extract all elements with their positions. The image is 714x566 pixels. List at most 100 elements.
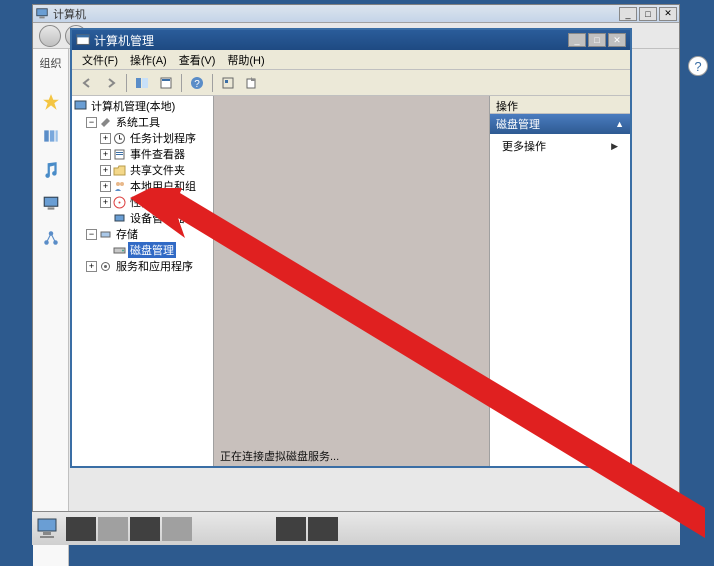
network-icon[interactable] (42, 229, 60, 247)
menubar: 文件(F) 操作(A) 查看(V) 帮助(H) (72, 50, 630, 70)
refresh-button[interactable] (217, 73, 239, 93)
expand-icon[interactable]: + (100, 165, 111, 176)
inner-close-button[interactable]: ✕ (608, 33, 626, 47)
left-sidebar: 组织 (33, 49, 69, 566)
tree-storage-label: 存储 (114, 226, 140, 242)
computer-mgmt-icon (74, 100, 87, 113)
tree-services-apps-label: 服务和应用程序 (114, 258, 195, 274)
computer-sidebar-icon[interactable] (42, 195, 60, 213)
tools-icon (99, 116, 112, 129)
taskbar-item[interactable] (98, 517, 128, 541)
help-icon[interactable]: ? (688, 56, 708, 76)
svg-text:?: ? (194, 79, 200, 90)
taskbar-item[interactable] (130, 517, 160, 541)
main-area: 计算机管理(本地) − 系统工具 + 任务计划程序 (72, 96, 630, 466)
actions-section[interactable]: 磁盘管理 ▲ (490, 114, 630, 134)
tree-storage[interactable]: − 存储 (86, 226, 211, 242)
toolbar: ? (72, 70, 630, 96)
start-button-icon[interactable] (36, 517, 64, 541)
status-text: 正在连接虚拟磁盘服务... (214, 446, 489, 466)
event-icon (113, 148, 126, 161)
tree-shared-folders-label: 共享文件夹 (128, 162, 187, 178)
inner-window: 计算机管理 _ □ ✕ 文件(F) 操作(A) 查看(V) 帮助(H) ? (70, 28, 632, 468)
tree-device-manager-label: 设备管理器 (128, 210, 187, 226)
actions-more[interactable]: 更多操作 ▶ (490, 134, 630, 158)
expand-icon[interactable]: + (86, 261, 97, 272)
tree-performance[interactable]: + 性能 (100, 194, 211, 210)
outer-titlebar: 计算机 _ □ ✕ (33, 5, 679, 23)
toolbar-separator (212, 74, 213, 92)
inner-maximize-button[interactable]: □ (588, 33, 606, 47)
menu-file[interactable]: 文件(F) (76, 50, 124, 70)
tree-event-viewer[interactable]: + 事件查看器 (100, 146, 211, 162)
expand-icon[interactable]: + (100, 133, 111, 144)
taskbar-item[interactable] (308, 517, 338, 541)
tree-shared-folders[interactable]: + 共享文件夹 (100, 162, 211, 178)
tree-root-list: 计算机管理(本地) − 系统工具 + 任务计划程序 (74, 98, 211, 274)
expand-icon[interactable]: + (100, 149, 111, 160)
users-icon (113, 180, 126, 193)
tree-device-manager[interactable]: 设备管理器 (100, 210, 211, 226)
tree-services-apps[interactable]: + 服务和应用程序 (86, 258, 211, 274)
help-button[interactable]: ? (186, 73, 208, 93)
toolbar-separator (181, 74, 182, 92)
tree-root[interactable]: 计算机管理(本地) (74, 98, 211, 114)
storage-icon (99, 228, 112, 241)
tree-disk-management[interactable]: 磁盘管理 (100, 242, 211, 258)
computer-icon (35, 7, 49, 21)
actions-more-label: 更多操作 (502, 138, 546, 154)
actions-pane: 操作 磁盘管理 ▲ 更多操作 ▶ (490, 96, 630, 466)
collapse-icon[interactable]: − (86, 229, 97, 240)
menu-action[interactable]: 操作(A) (124, 50, 173, 70)
back-button[interactable] (76, 73, 98, 93)
disk-icon (113, 244, 126, 257)
tree-system-tools-label: 系统工具 (114, 114, 162, 130)
toolbar-separator (126, 74, 127, 92)
menu-view[interactable]: 查看(V) (173, 50, 222, 70)
minimize-button[interactable]: _ (619, 7, 637, 21)
services-icon (99, 260, 112, 273)
expand-icon[interactable]: + (100, 181, 111, 192)
music-icon[interactable] (42, 161, 60, 179)
menu-help[interactable]: 帮助(H) (221, 50, 270, 70)
forward-button[interactable] (100, 73, 122, 93)
tree-task-scheduler[interactable]: + 任务计划程序 (100, 130, 211, 146)
inner-minimize-button[interactable]: _ (568, 33, 586, 47)
favorites-icon[interactable] (42, 93, 60, 111)
device-icon (113, 212, 126, 225)
libraries-icon[interactable] (42, 127, 60, 145)
taskbar-item[interactable] (276, 517, 306, 541)
tree-pane[interactable]: 计算机管理(本地) − 系统工具 + 任务计划程序 (72, 96, 214, 466)
inner-titlebar: 计算机管理 _ □ ✕ (72, 30, 630, 50)
actions-header: 操作 (490, 96, 630, 114)
taskbar-item[interactable] (66, 517, 96, 541)
tree-task-scheduler-label: 任务计划程序 (128, 130, 198, 146)
maximize-button[interactable]: □ (639, 7, 657, 21)
shared-folder-icon (113, 164, 126, 177)
close-button[interactable]: ✕ (659, 7, 677, 21)
chevron-right-icon: ▶ (611, 141, 618, 152)
taskbar-item[interactable] (162, 517, 192, 541)
sidebar-organize-label[interactable]: 组织 (33, 53, 68, 73)
tree-system-tools[interactable]: − 系统工具 (86, 114, 211, 130)
expand-icon[interactable]: + (100, 197, 111, 208)
chevron-up-icon: ▲ (615, 119, 624, 129)
taskbar (32, 511, 680, 545)
mmc-icon (76, 33, 90, 47)
tree-local-users[interactable]: + 本地用户和组 (100, 178, 211, 194)
actions-section-label: 磁盘管理 (496, 116, 540, 132)
export-button[interactable] (241, 73, 263, 93)
nav-back-button[interactable] (39, 25, 61, 47)
inner-window-title: 计算机管理 (94, 32, 568, 49)
tree-root-label: 计算机管理(本地) (89, 98, 177, 114)
tree-performance-label: 性能 (128, 194, 154, 210)
collapse-icon[interactable]: − (86, 117, 97, 128)
properties-button[interactable] (155, 73, 177, 93)
show-hide-tree-button[interactable] (131, 73, 153, 93)
tree-event-viewer-label: 事件查看器 (128, 146, 187, 162)
tree-disk-management-label: 磁盘管理 (128, 242, 176, 258)
outer-window-title: 计算机 (53, 6, 619, 22)
content-pane: 正在连接虚拟磁盘服务... (214, 96, 490, 466)
tree-local-users-label: 本地用户和组 (128, 178, 198, 194)
performance-icon (113, 196, 126, 209)
